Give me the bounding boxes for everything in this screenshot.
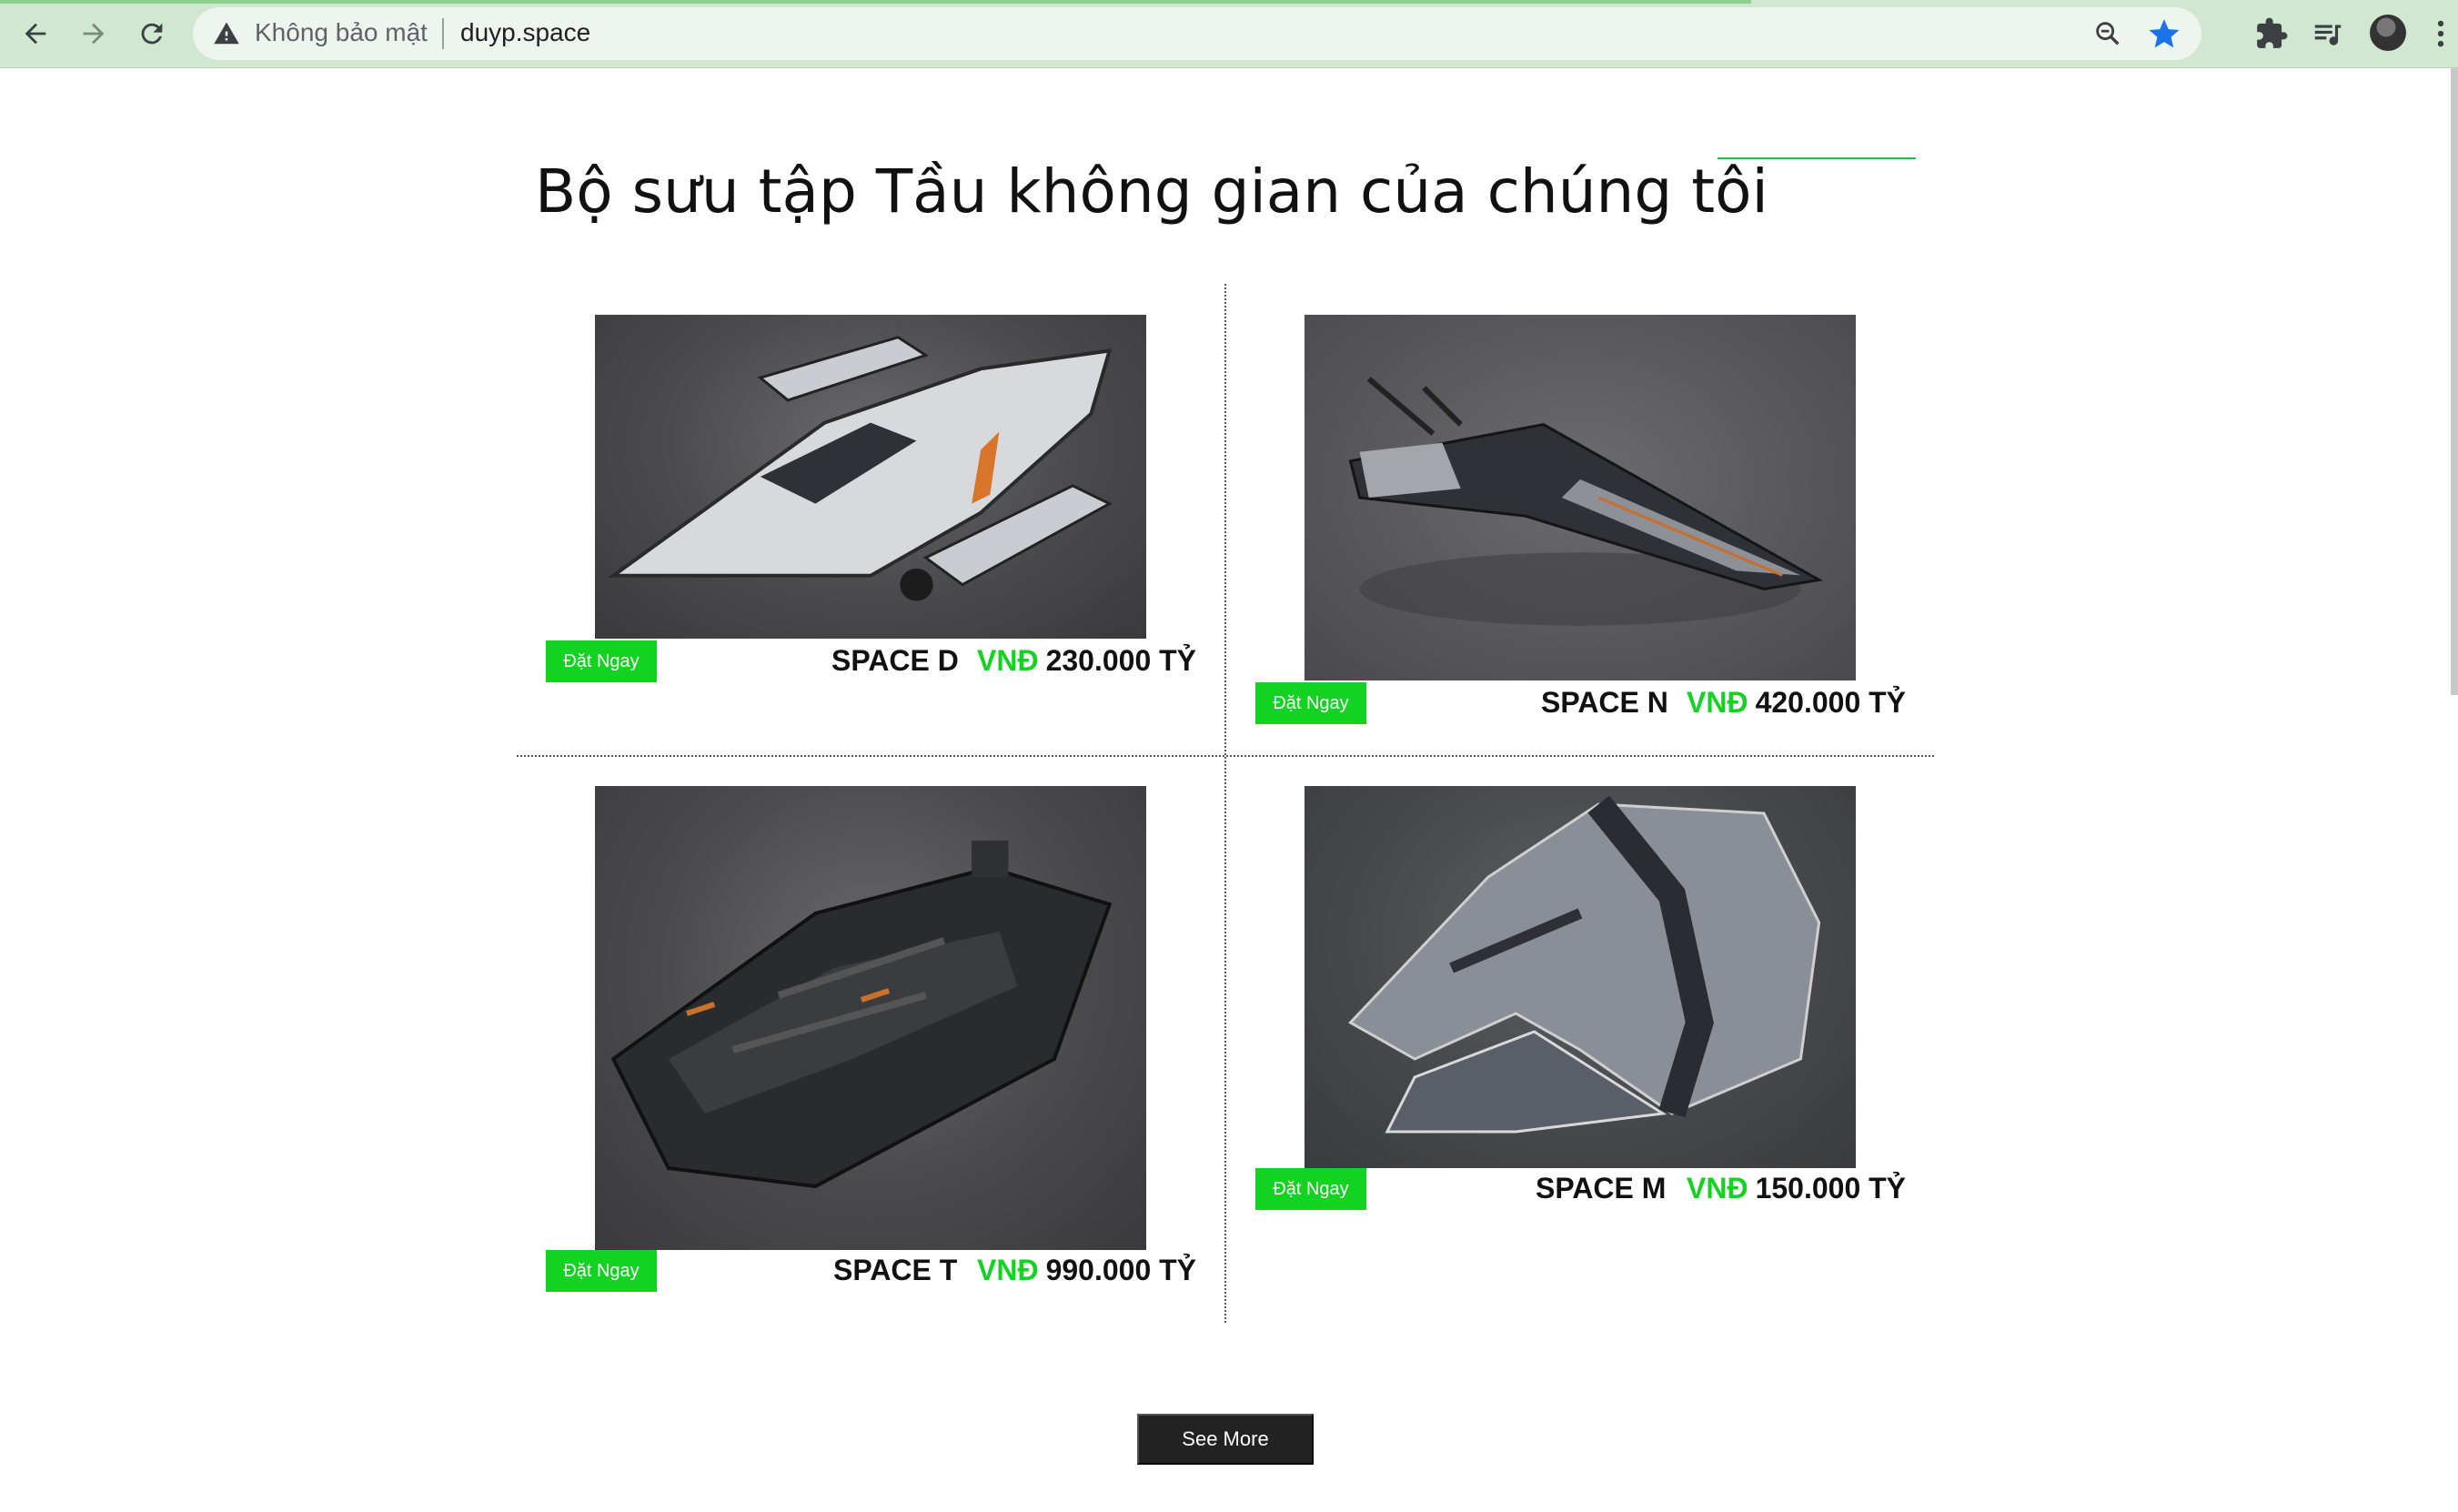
- product-image-space-d[interactable]: [595, 315, 1146, 639]
- back-icon: [25, 23, 46, 45]
- reload-button[interactable]: [131, 13, 173, 55]
- warning-icon[interactable]: [213, 20, 240, 47]
- price-value: 420.000 TỶ: [1755, 686, 1907, 719]
- product-name-space-t: SPACE T: [833, 1254, 958, 1286]
- product-image-space-t[interactable]: [595, 786, 1146, 1250]
- reload-icon: [141, 23, 163, 45]
- security-status[interactable]: Không bảo mật: [255, 18, 428, 47]
- forward-icon: [83, 23, 105, 45]
- product-name-space-m: SPACE M: [1536, 1172, 1667, 1205]
- page-load-progress: [0, 0, 1751, 4]
- price-value: 150.000 TỶ: [1755, 1172, 1907, 1205]
- forward-button[interactable]: [73, 13, 115, 55]
- price-value: 230.000 TỶ: [1045, 644, 1197, 677]
- product-name-space-d: SPACE D: [831, 644, 959, 677]
- price-value: 990.000 TỶ: [1045, 1254, 1197, 1286]
- price-currency: VNĐ: [977, 644, 1039, 677]
- product-price-space-d: VNĐ 230.000 TỶ: [977, 644, 1196, 678]
- product-image-space-n[interactable]: [1305, 315, 1856, 680]
- url-text[interactable]: duyp.space: [460, 18, 590, 47]
- order-button-space-t[interactable]: Đặt Ngay: [546, 1250, 657, 1292]
- see-more-button[interactable]: See More: [1137, 1414, 1314, 1465]
- address-divider: [442, 18, 444, 49]
- grid-vertical-divider: [1224, 284, 1226, 1323]
- section-title: Bộ sưu tập Tầu không gian của chúng tôi: [535, 156, 1768, 227]
- address-bar[interactable]: Không bảo mật duyp.space: [193, 7, 2201, 60]
- profile-avatar[interactable]: [2370, 15, 2406, 51]
- media-queue-icon[interactable]: [2311, 16, 2345, 51]
- price-currency: VNĐ: [977, 1254, 1039, 1286]
- zoom-icon[interactable]: [2092, 18, 2123, 49]
- price-currency: VNĐ: [1687, 686, 1748, 719]
- page-scrollbar[interactable]: [2451, 67, 2458, 695]
- product-image-space-m[interactable]: [1305, 786, 1856, 1168]
- browser-toolbar: Không bảo mật duyp.space: [0, 0, 2458, 68]
- bookmark-star-icon[interactable]: [2147, 16, 2181, 51]
- product-price-space-n: VNĐ 420.000 TỶ: [1687, 686, 1906, 720]
- grid-horizontal-divider: [517, 755, 1934, 757]
- price-currency: VNĐ: [1687, 1172, 1748, 1205]
- extensions-icon[interactable]: [2254, 16, 2289, 51]
- back-button[interactable]: [15, 13, 56, 55]
- title-accent-line: [1718, 157, 1916, 159]
- order-button-space-m[interactable]: Đặt Ngay: [1255, 1168, 1366, 1210]
- order-button-space-d[interactable]: Đặt Ngay: [546, 640, 657, 682]
- product-price-space-t: VNĐ 990.000 TỶ: [977, 1254, 1196, 1287]
- product-name-space-n: SPACE N: [1541, 686, 1668, 719]
- product-price-space-m: VNĐ 150.000 TỶ: [1687, 1172, 1906, 1205]
- order-button-space-n[interactable]: Đặt Ngay: [1255, 682, 1366, 724]
- menu-icon[interactable]: [2423, 16, 2458, 51]
